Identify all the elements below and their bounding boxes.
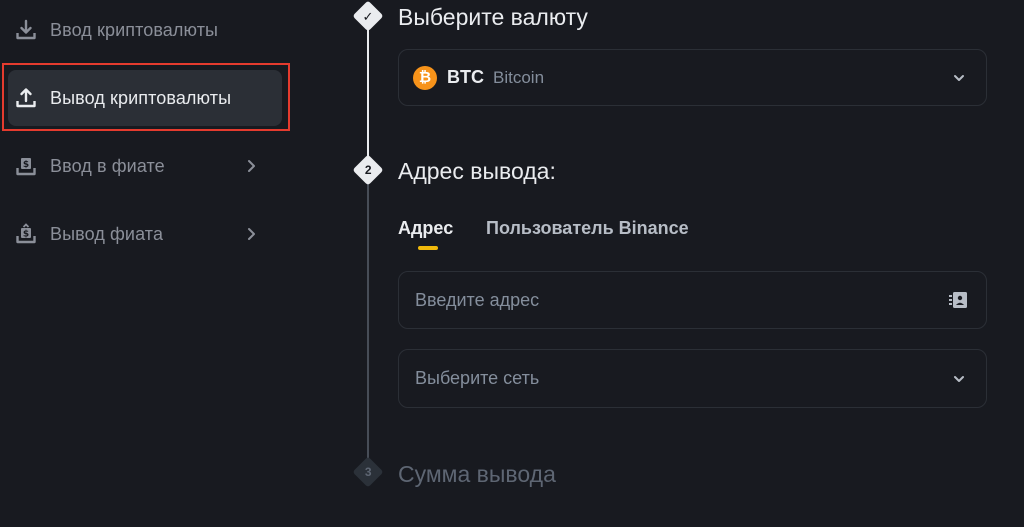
chevron-right-icon xyxy=(248,228,255,240)
address-input[interactable]: Введите адрес xyxy=(415,290,539,311)
sidebar-item-fiat-withdraw[interactable]: $ Вывод фиата xyxy=(8,206,282,262)
sidebar-item-fiat-deposit[interactable]: $ Ввод в фиате xyxy=(8,138,282,194)
currency-name: Bitcoin xyxy=(493,67,545,87)
step-3-marker: 3 xyxy=(352,456,384,488)
chevron-down-icon xyxy=(954,74,964,81)
app-root: Ввод криптовалюты Вывод криптовалюты $ В… xyxy=(0,0,1024,527)
svg-text:$: $ xyxy=(23,230,29,240)
network-select-placeholder: Выберите сеть xyxy=(415,368,540,388)
step-1-title: Выберите валюту xyxy=(398,4,588,30)
currency-select[interactable]: ₿ BTC Bitcoin xyxy=(398,49,987,106)
sidebar-item-label: Вывод криптовалюты xyxy=(50,87,232,108)
sidebar-item-label: Ввод в фиате xyxy=(50,155,165,176)
step-2-marker: 2 xyxy=(352,154,384,186)
step-connector-pending xyxy=(367,170,369,472)
bitcoin-icon: ₿ xyxy=(413,65,437,90)
svg-text:$: $ xyxy=(23,160,29,170)
sidebar: Ввод криптовалюты Вывод криптовалюты $ В… xyxy=(0,0,290,527)
step-2-title: Адрес вывода: xyxy=(398,158,556,184)
sidebar-item-crypto-withdraw[interactable]: Вывод криптовалюты xyxy=(8,70,282,126)
step-1-marker: ✓ xyxy=(352,0,384,32)
sidebar-item-label: Ввод криптовалюты xyxy=(50,19,219,40)
sidebar-item-label: Вывод фиата xyxy=(50,223,164,244)
active-tab-indicator xyxy=(418,246,438,250)
step-connector-done xyxy=(367,16,369,170)
address-book-icon[interactable] xyxy=(948,291,968,309)
network-select[interactable]: Выберите сеть xyxy=(398,349,987,408)
upload-icon xyxy=(12,84,40,112)
tab-address[interactable]: Адрес xyxy=(398,218,453,239)
download-icon xyxy=(12,16,40,44)
check-icon: ✓ xyxy=(362,8,374,24)
chevron-down-icon xyxy=(954,375,964,382)
fiat-deposit-icon: $ xyxy=(12,152,40,180)
fiat-withdraw-icon: $ xyxy=(12,220,40,248)
step-3-title: Сумма вывода xyxy=(398,461,556,487)
sidebar-item-crypto-deposit[interactable]: Ввод криптовалюты xyxy=(8,2,282,58)
currency-symbol: BTC xyxy=(447,67,484,87)
tab-binance-user[interactable]: Пользователь Binance xyxy=(486,218,689,239)
address-field[interactable]: Введите адрес xyxy=(398,271,987,329)
chevron-right-icon xyxy=(248,160,255,172)
